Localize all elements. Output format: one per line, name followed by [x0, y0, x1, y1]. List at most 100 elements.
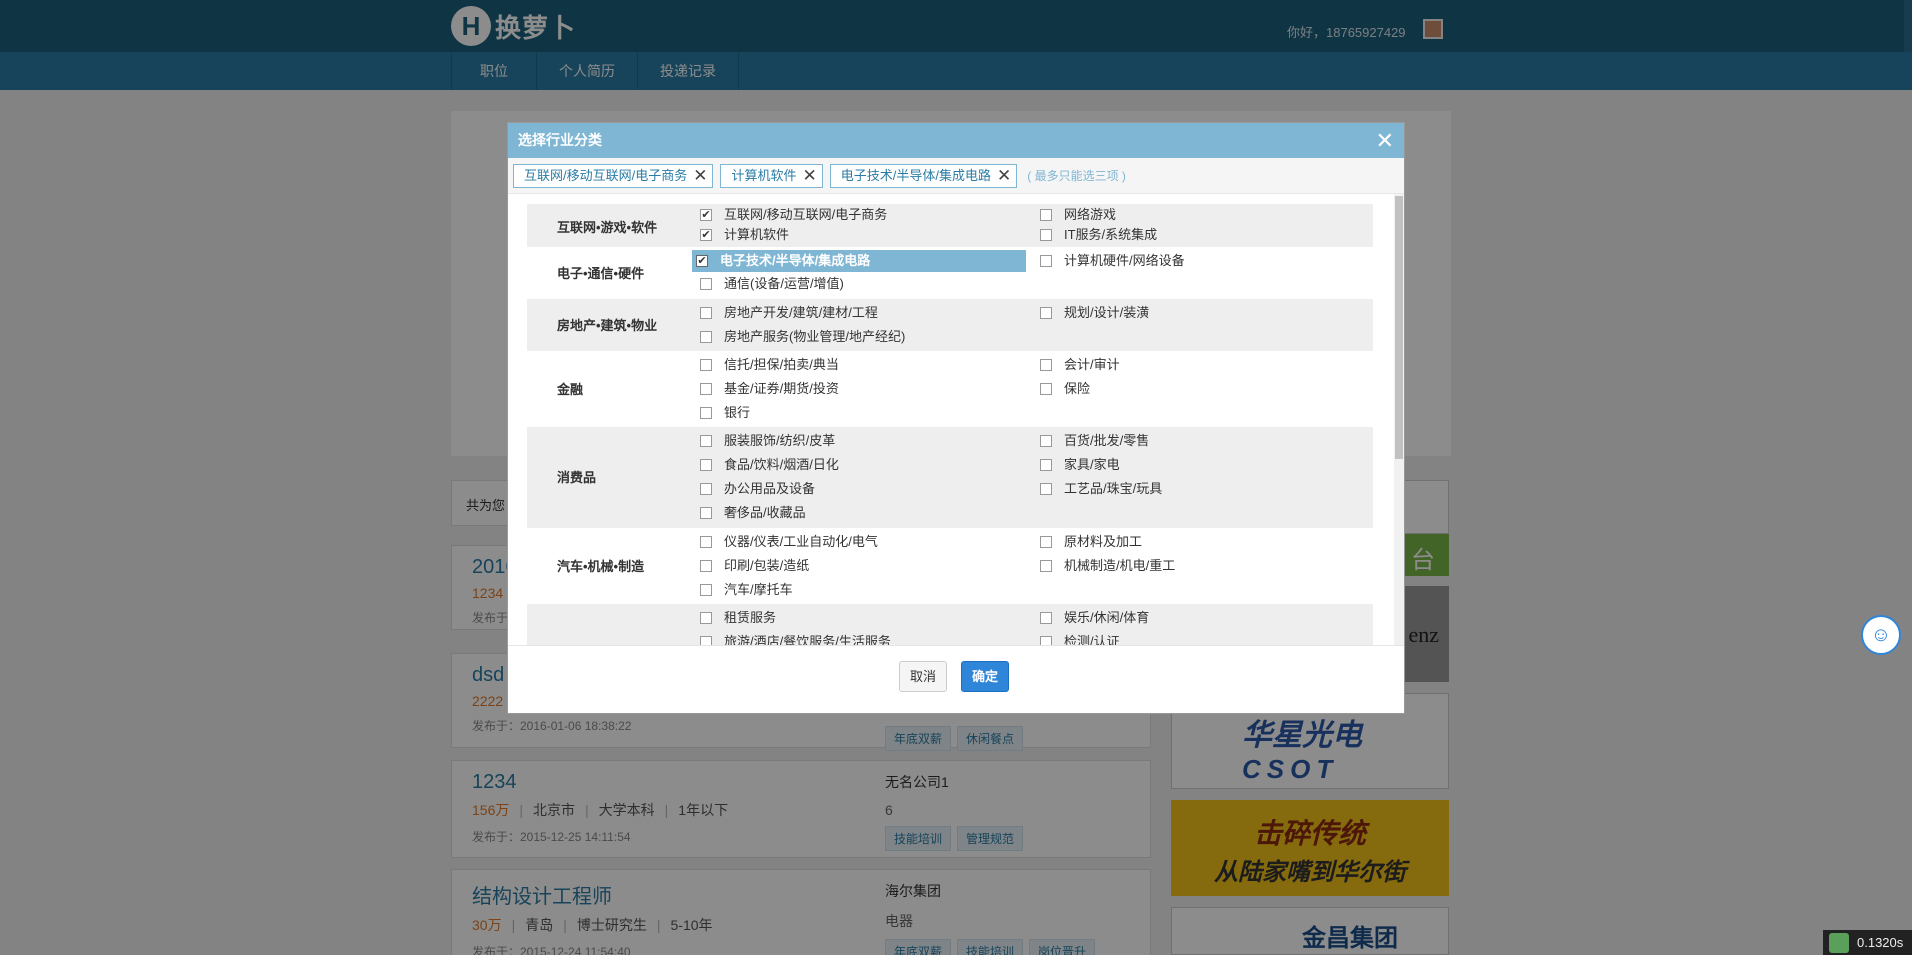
checkbox[interactable] [700, 636, 712, 645]
checkbox[interactable] [1040, 612, 1052, 624]
selected-chip[interactable]: 计算机软件 ✕ [720, 163, 823, 188]
industry-option[interactable]: 计算机硬件/网络设备 [1036, 250, 1185, 272]
option-label: 汽车/摩托车 [724, 582, 793, 597]
option-label: 网络游戏 [1064, 207, 1117, 222]
checkbox[interactable] [700, 459, 712, 471]
industry-option[interactable]: 工艺品/珠宝/玩具 [1036, 478, 1162, 500]
checkbox-checked[interactable]: ✔ [700, 209, 712, 221]
industry-option[interactable]: 房地产开发/建筑/建材/工程 [696, 302, 878, 324]
checkbox[interactable] [700, 584, 712, 596]
option-label: 办公用品及设备 [724, 481, 816, 496]
industry-option[interactable]: 服装服饰/纺织/皮革 [696, 430, 835, 452]
industry-option[interactable]: 百货/批发/零售 [1036, 430, 1149, 452]
checkbox[interactable] [1040, 560, 1052, 572]
industry-option[interactable]: 基金/证券/期货/投资 [696, 378, 839, 400]
industry-option[interactable]: 规划/设计/装潢 [1036, 302, 1149, 324]
industry-option[interactable]: ✔ 互联网/移动互联网/电子商务 [696, 204, 887, 226]
option-label: IT服务/系统集成 [1064, 227, 1158, 242]
industry-option[interactable]: 娱乐/休闲/体育 [1036, 607, 1149, 629]
checkbox[interactable] [1040, 459, 1052, 471]
close-icon[interactable]: ✕ [1376, 123, 1394, 158]
checkbox[interactable] [1040, 209, 1052, 221]
industry-option[interactable]: 食品/饮料/烟酒/日化 [696, 454, 839, 476]
group-label: 汽车•机械•制造 [557, 559, 645, 574]
industry-option[interactable]: 汽车/摩托车 [696, 579, 793, 601]
industry-option[interactable]: 仪器/仪表/工业自动化/电气 [696, 531, 878, 553]
remove-icon[interactable]: ✕ [803, 165, 817, 187]
confirm-button[interactable]: 确定 [961, 661, 1010, 692]
option-label: 机械制造/机电/重工 [1064, 558, 1176, 573]
industry-group: 金融 信托/担保/拍卖/典当 会计/审计 基金/证券/期货/投资 保险 银行 [527, 351, 1373, 427]
industry-option[interactable]: 家具/家电 [1036, 454, 1120, 476]
checkbox[interactable] [700, 536, 712, 548]
industry-option[interactable]: 检测/认证 [1036, 631, 1120, 645]
option-label: 租赁服务 [724, 610, 777, 625]
checkbox[interactable] [1040, 307, 1052, 319]
group-label: 电子•通信•硬件 [557, 266, 645, 281]
industry-group: 电子•通信•硬件 ✔ 电子技术/半导体/集成电路 计算机硬件/网络设备 通信(设备… [527, 247, 1373, 299]
industry-option[interactable]: 银行 [696, 402, 750, 424]
industry-option[interactable]: 原材料及加工 [1036, 531, 1142, 553]
checkbox[interactable] [700, 359, 712, 371]
checkbox[interactable] [700, 560, 712, 572]
industry-option[interactable]: 网络游戏 [1036, 204, 1116, 226]
max-selection-note: ( 最多只能选三项 ) [1027, 169, 1126, 183]
industry-list[interactable]: 互联网•游戏•软件 ✔ 互联网/移动互联网/电子商务 网络游戏 ✔ 计算机软件 IT… [508, 194, 1404, 645]
checkbox[interactable] [700, 507, 712, 519]
checkbox[interactable] [1040, 359, 1052, 371]
dialog-title: 选择行业分类 [518, 132, 602, 148]
industry-option[interactable]: 房地产服务(物业管理/地产经纪) [696, 326, 905, 348]
scrollbar-thumb[interactable] [1395, 196, 1403, 459]
checkbox[interactable] [700, 435, 712, 447]
industry-option[interactable]: 印刷/包装/造纸 [696, 555, 809, 577]
option-label: 旅游/酒店/餐饮服务/生活服务 [724, 634, 891, 645]
checkbox[interactable] [1040, 636, 1052, 645]
industry-option[interactable]: 通信(设备/运营/增值) [696, 273, 844, 295]
industry-option[interactable]: ✔ 计算机软件 [696, 224, 789, 246]
option-label: 原材料及加工 [1064, 534, 1143, 549]
checkbox[interactable] [1040, 536, 1052, 548]
industry-option[interactable]: 会计/审计 [1036, 354, 1120, 376]
checkbox[interactable] [1040, 435, 1052, 447]
industry-option[interactable]: IT服务/系统集成 [1036, 224, 1157, 246]
option-label: 信托/担保/拍卖/典当 [724, 357, 839, 372]
remove-icon[interactable]: ✕ [693, 165, 707, 187]
industry-group: 租赁服务 娱乐/休闲/体育 旅游/酒店/餐饮服务/生活服务 检测/认证 [527, 604, 1373, 645]
option-label: 奢侈品/收藏品 [724, 505, 806, 520]
industry-option[interactable]: 办公用品及设备 [696, 478, 815, 500]
checkbox[interactable] [700, 612, 712, 624]
checkbox-checked[interactable]: ✔ [696, 255, 708, 267]
checkbox[interactable] [1040, 229, 1052, 241]
industry-group: 消费品 服装服饰/纺织/皮革 百货/批发/零售 食品/饮料/烟酒/日化 家具/家… [527, 427, 1373, 528]
industry-option[interactable]: 信托/担保/拍卖/典当 [696, 354, 839, 376]
industry-option[interactable]: 旅游/酒店/餐饮服务/生活服务 [696, 631, 891, 645]
customer-service-icon[interactable]: ☺ [1861, 615, 1901, 655]
checkbox[interactable] [1040, 383, 1052, 395]
checkbox[interactable] [1040, 483, 1052, 495]
industry-option[interactable]: 租赁服务 [696, 607, 776, 629]
checkbox[interactable] [700, 331, 712, 343]
option-label: 房地产开发/建筑/建材/工程 [724, 305, 878, 320]
leaf-icon [1829, 933, 1849, 953]
option-label: 计算机软件 [724, 227, 790, 242]
remove-icon[interactable]: ✕ [997, 165, 1011, 187]
selected-chip[interactable]: 互联网/移动互联网/电子商务 ✕ [513, 163, 714, 188]
industry-option[interactable]: 保险 [1036, 378, 1090, 400]
group-label: 金融 [557, 382, 584, 397]
option-label: 银行 [724, 405, 751, 420]
checkbox[interactable] [700, 483, 712, 495]
industry-option[interactable]: ✔ 电子技术/半导体/集成电路 [692, 250, 1026, 272]
checkbox[interactable] [1040, 255, 1052, 267]
checkbox-checked[interactable]: ✔ [700, 229, 712, 241]
option-label: 服装服饰/纺织/皮革 [724, 433, 836, 448]
industry-option[interactable]: 机械制造/机电/重工 [1036, 555, 1175, 577]
option-label: 电子技术/半导体/集成电路 [720, 253, 871, 268]
cancel-button[interactable]: 取消 [899, 661, 948, 692]
industry-option[interactable]: 奢侈品/收藏品 [696, 502, 806, 524]
dialog-scrollbar[interactable] [1394, 194, 1404, 645]
selected-chip[interactable]: 电子技术/半导体/集成电路 ✕ [829, 163, 1018, 188]
checkbox[interactable] [700, 307, 712, 319]
checkbox[interactable] [700, 407, 712, 419]
checkbox[interactable] [700, 278, 712, 290]
checkbox[interactable] [700, 383, 712, 395]
